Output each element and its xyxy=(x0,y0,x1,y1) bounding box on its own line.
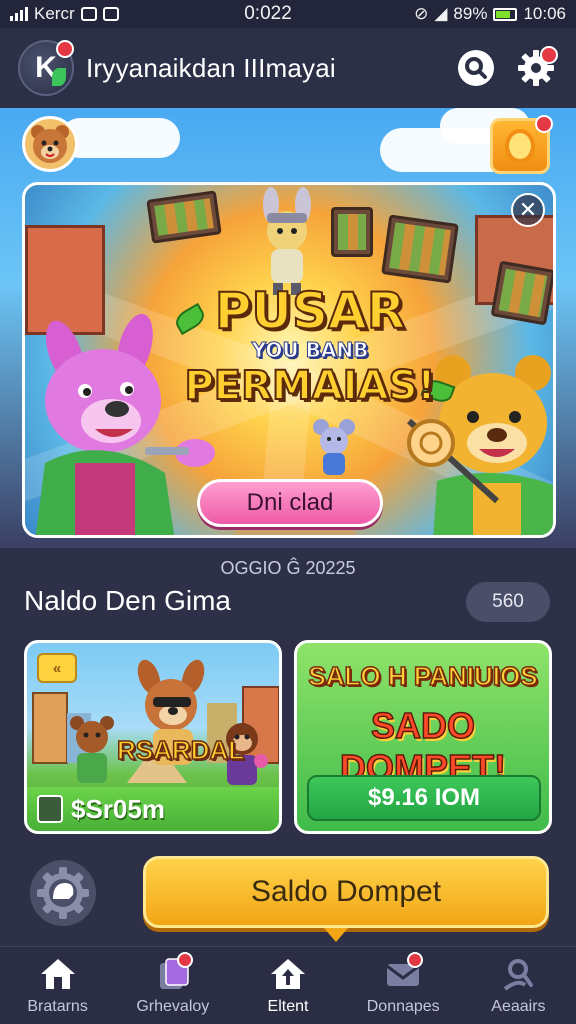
data-saver-icon: ⊘ xyxy=(414,4,429,23)
nav-label: Donnapes xyxy=(366,997,440,1015)
nav-item-home[interactable]: Bratarns xyxy=(0,947,115,1024)
card-left-footer: $Sr05m xyxy=(27,787,279,831)
promo-line-3: PERMAIAS! xyxy=(183,362,436,410)
coin-icon xyxy=(505,129,535,163)
app-logo[interactable]: K xyxy=(18,40,74,96)
battery-icon xyxy=(493,7,518,21)
status-bar: Kercr 0:022 ⊘ ◢ 89% 10:06 xyxy=(0,0,576,28)
coin-button[interactable] xyxy=(490,115,553,174)
home-icon xyxy=(38,956,78,992)
notification-icon xyxy=(102,7,119,21)
cta-pointer xyxy=(324,928,348,942)
settings-badge xyxy=(540,46,558,64)
close-icon: ✕ xyxy=(518,197,538,222)
profile-settings-button[interactable] xyxy=(30,860,96,926)
signal-icon xyxy=(10,7,28,21)
promo-banner[interactable]: PUSAR YOU BANB PERMAIAS! ✕ Dni clad xyxy=(22,182,556,538)
search-button[interactable] xyxy=(454,46,498,90)
network-icon: ◢ xyxy=(434,4,448,23)
nav-item-active[interactable]: Eltent xyxy=(230,947,345,1024)
bear-avatar-icon xyxy=(31,125,69,163)
date-label: OGGIO Ĝ 20225 xyxy=(220,558,356,578)
card-right-heading: SALO H PANIUIOS xyxy=(308,660,539,692)
leaf-icon xyxy=(52,68,66,86)
search-icon xyxy=(458,50,494,86)
gear-profile-icon xyxy=(37,867,89,919)
app-title: Iryyanaikdan IIImayai xyxy=(86,52,336,83)
card-left-amount: $Sr05m xyxy=(71,793,165,824)
nav-badge xyxy=(176,951,193,968)
carrier-text: Kercr xyxy=(34,4,75,23)
bunny-character xyxy=(263,187,311,295)
status-clock: 10:06 xyxy=(523,4,566,23)
section-title: Naldo Den Gima xyxy=(24,585,231,616)
status-time: 0:022 xyxy=(244,3,292,24)
promo-line-1: PUSAR xyxy=(214,282,406,340)
back-arrows-icon: « xyxy=(52,659,62,677)
saldo-dompet-button[interactable]: Saldo Dompet xyxy=(143,856,549,928)
profile-icon xyxy=(498,956,538,992)
billboard xyxy=(381,214,459,284)
banner-cta-button[interactable]: Dni clad xyxy=(197,479,383,527)
wallet-icon xyxy=(37,795,63,823)
promo-headline: PUSAR YOU BANB PERMAIAS! xyxy=(175,282,445,410)
user-avatar[interactable] xyxy=(22,116,78,172)
billboard xyxy=(490,260,553,326)
mouse-character xyxy=(313,419,355,475)
photo-icon xyxy=(80,7,97,21)
game-card-left[interactable]: « RSARDAL $Sr05m xyxy=(24,640,282,834)
nav-item-profile[interactable]: Aeaairs xyxy=(461,947,576,1024)
house-upload-icon xyxy=(268,956,308,992)
game-logo-text: RSARDAL xyxy=(116,734,245,766)
close-banner-button[interactable]: ✕ xyxy=(511,193,545,227)
bottom-nav: Bratarns Grhevaloy Eltent Donnapes Aeaai… xyxy=(0,946,576,1024)
billboard xyxy=(146,190,222,244)
coin-badge xyxy=(535,115,553,133)
nav-item-cards[interactable]: Grhevaloy xyxy=(115,947,230,1024)
app-header: K Iryyanaikdan IIImayai xyxy=(0,28,576,108)
section-count-pill[interactable]: 560 xyxy=(466,582,550,622)
card-badge: « xyxy=(37,653,77,683)
mail-icon xyxy=(383,951,424,992)
nav-label: Eltent xyxy=(267,997,309,1015)
nav-item-mail[interactable]: Donnapes xyxy=(346,947,461,1024)
nav-label: Bratarns xyxy=(27,997,88,1015)
nav-label: Aeaairs xyxy=(491,997,546,1015)
nav-label: Grhevaloy xyxy=(136,997,210,1015)
battery-percent: 89% xyxy=(453,4,488,23)
notification-badge xyxy=(56,40,74,58)
billboard xyxy=(331,207,373,257)
cards-icon xyxy=(153,951,193,992)
card-right-amount[interactable]: $9.16 IOM xyxy=(307,775,541,821)
settings-button[interactable] xyxy=(514,46,558,90)
bear-cub-character xyxy=(70,716,114,783)
promo-line-2: YOU BANB xyxy=(251,338,369,363)
nav-badge xyxy=(407,951,424,968)
wallet-card-right[interactable]: SALO H PANIUIOS SADO DOMPET! $9.16 IOM xyxy=(294,640,552,834)
